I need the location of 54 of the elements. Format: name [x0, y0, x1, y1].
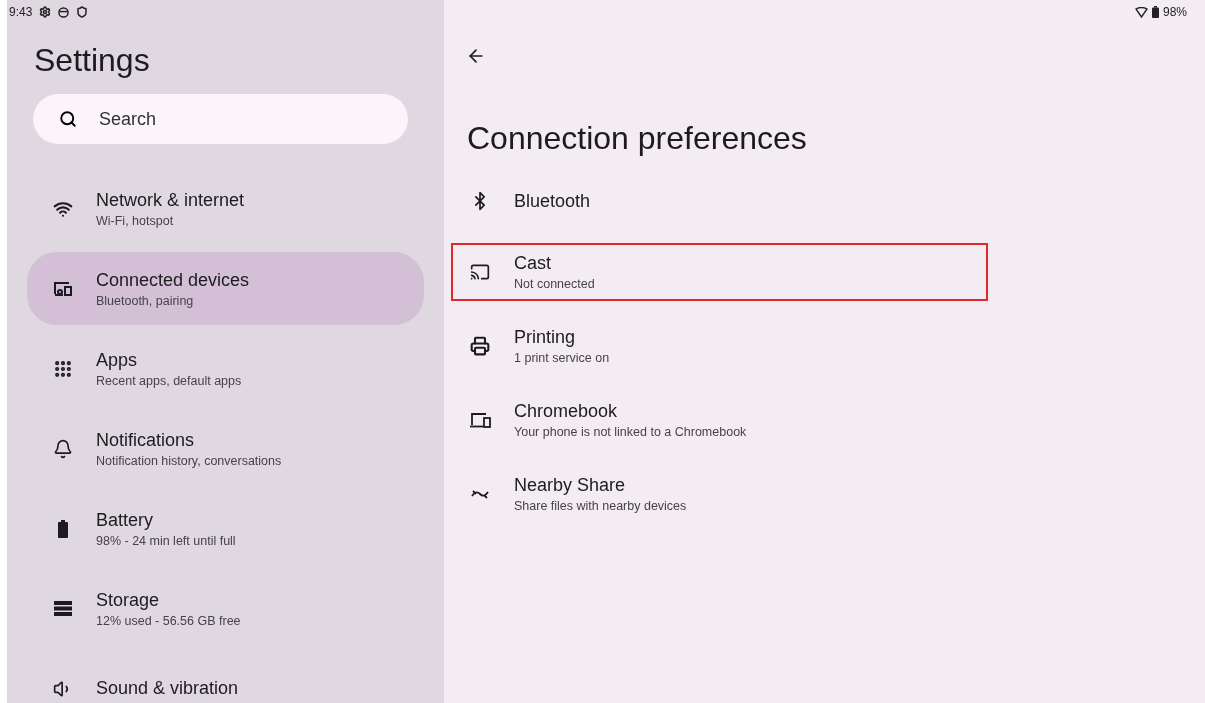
- preference-item[interactable]: Bluetooth: [451, 175, 988, 227]
- storage-icon: [54, 601, 72, 616]
- battery-percent: 98%: [1162, 5, 1187, 19]
- cast-icon: [470, 262, 490, 282]
- battery-icon: [58, 519, 68, 538]
- item-title: Notifications: [96, 429, 196, 451]
- item-title: Sound & vibration: [96, 678, 239, 699]
- item-subtitle: 98% - 24 min left until full: [96, 533, 236, 548]
- settings-menu-item[interactable]: Apps Recent apps, default apps: [27, 332, 424, 405]
- item-subtitle: Not connected: [514, 277, 595, 291]
- item-subtitle: Share files with nearby devices: [514, 499, 687, 513]
- settings-title: Settings: [34, 42, 151, 79]
- settings-menu-item[interactable]: Connected devices Bluetooth, pairing: [27, 252, 424, 325]
- item-subtitle: 1 print service on: [514, 351, 610, 365]
- item-subtitle: 12% used - 56.56 GB free: [96, 613, 241, 628]
- item-subtitle: Your phone is not linked to a Chromebook: [514, 425, 747, 439]
- item-title: Bluetooth: [514, 190, 591, 212]
- printer-icon: [470, 336, 490, 356]
- search-icon: [59, 110, 77, 128]
- highlighted-preference-item[interactable]: Cast Not connected: [451, 243, 988, 301]
- item-title: Storage: [96, 589, 161, 611]
- item-title: Nearby Share: [514, 475, 627, 496]
- item-title: Chromebook: [514, 401, 619, 422]
- item-subtitle: Recent apps, default apps: [96, 373, 242, 388]
- clock-time: 9:43: [9, 5, 33, 19]
- item-title: Cast: [514, 253, 552, 274]
- wifi-signal-icon: [1134, 6, 1148, 18]
- preference-item[interactable]: Chromebook Your phone is not linked to a Chromebook: [451, 391, 988, 449]
- gear-icon: [39, 6, 52, 18]
- item-subtitle: Bluetooth, pairing: [96, 293, 195, 308]
- item-title: Connected devices: [96, 269, 250, 291]
- item-title: Battery: [96, 509, 155, 531]
- search-input[interactable]: Search: [97, 107, 301, 131]
- settings-menu-item[interactable]: Notifications Notification history, conversations: [27, 412, 424, 485]
- settings-menu-item[interactable]: Storage 12% used - 56.56 GB free: [27, 572, 424, 645]
- bell-icon: [53, 438, 73, 459]
- settings-menu-item[interactable]: Sound & vibration: [27, 652, 424, 703]
- shield-icon: [76, 6, 89, 18]
- item-title: Network & internet: [96, 189, 245, 211]
- item-title: Apps: [96, 349, 139, 371]
- nearby-share-icon: [471, 489, 489, 499]
- laptop-phone-icon: [469, 412, 491, 428]
- devices-icon: [53, 280, 73, 297]
- preference-item[interactable]: Printing 1 print service on: [451, 317, 988, 375]
- settings-menu-item[interactable]: Network & internet Wi-Fi, hotspot: [27, 172, 424, 245]
- item-subtitle: Wi-Fi, hotspot: [96, 213, 175, 228]
- apps-grid-icon: [53, 358, 73, 379]
- page-title: Connection preferences: [467, 120, 808, 157]
- item-subtitle: Notification history, conversations: [96, 453, 282, 468]
- preference-item[interactable]: Nearby Share Share files with nearby devices: [451, 465, 988, 523]
- battery-status-icon: [1151, 6, 1159, 18]
- search-field[interactable]: Search: [33, 94, 408, 144]
- settings-menu-item[interactable]: Battery 98% - 24 min left until full: [27, 492, 424, 565]
- item-title: Printing: [514, 327, 577, 348]
